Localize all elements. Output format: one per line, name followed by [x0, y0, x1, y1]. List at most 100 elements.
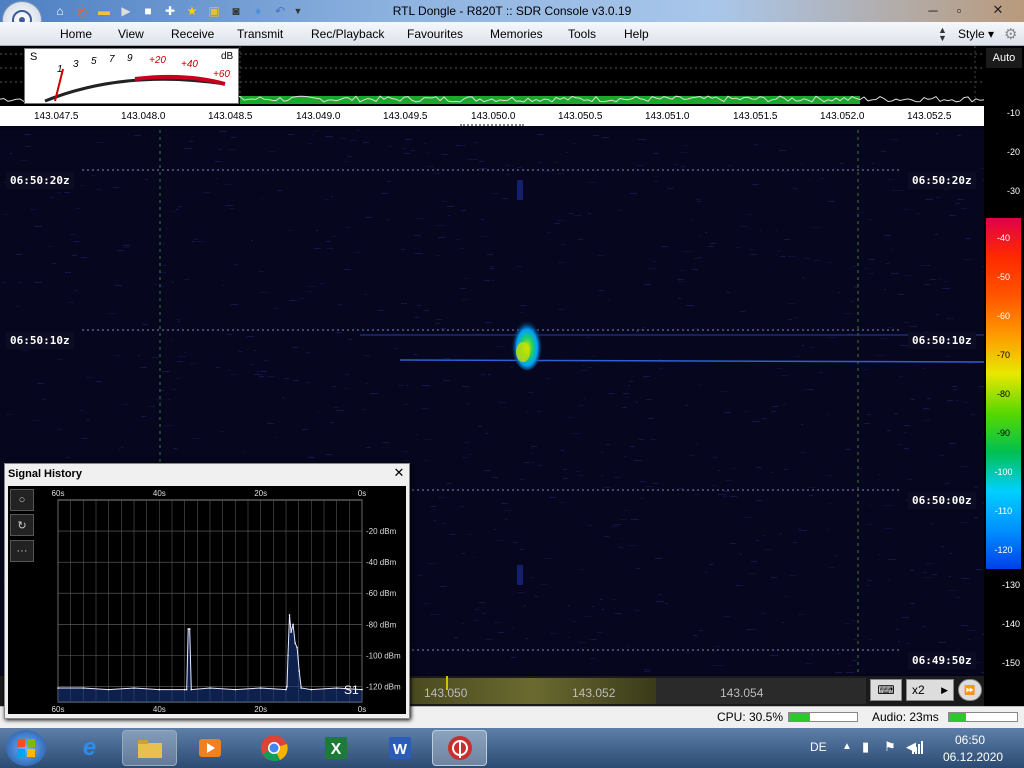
signal-history-close-button[interactable]: ✕ — [392, 465, 406, 480]
menu-home[interactable]: Home — [60, 27, 92, 41]
plus-icon[interactable]: ✚ — [162, 3, 178, 19]
zoom-select[interactable]: x2 ▶ — [906, 679, 954, 701]
waterfall-timestamp: 06:50:10z — [908, 332, 976, 349]
signal-point — [259, 687, 262, 689]
audio-meter — [948, 712, 1018, 722]
signal-point — [290, 631, 292, 633]
close-icon: ✕ — [393, 465, 405, 480]
refresh-icon[interactable]: ↻ — [10, 514, 34, 536]
s-meter: S dB 1 3 5 7 9 +20 +40 +60 — [24, 48, 239, 104]
menu-view[interactable]: View — [118, 27, 144, 41]
time-label-top: 40s — [153, 489, 166, 498]
color-scale-label: -110 — [994, 505, 1013, 516]
excel-icon[interactable]: X — [308, 730, 363, 766]
maximize-button[interactable]: ▫ — [944, 0, 974, 20]
show-hidden-icons[interactable]: ▲ — [842, 741, 852, 752]
internet-explorer-icon[interactable]: e — [62, 730, 117, 766]
time-label-bottom: 60s — [52, 705, 65, 714]
style-arrows-icon[interactable]: ▲ ▼ — [938, 26, 947, 43]
s-meter-scale-7: 7 — [109, 54, 115, 65]
signal-point — [310, 688, 313, 691]
language-indicator[interactable]: DE — [810, 740, 827, 754]
s-meter-scale-5: 5 — [91, 56, 97, 67]
file-explorer-icon[interactable] — [122, 730, 177, 766]
audio-meter-fill — [949, 713, 966, 721]
signal-point — [107, 688, 110, 691]
camera-icon[interactable]: ◙ — [228, 3, 244, 19]
more-icon[interactable]: ··· — [10, 540, 34, 562]
s-reading: S1 — [344, 683, 359, 697]
db-label: -150 — [1001, 658, 1020, 668]
signal-point — [288, 614, 291, 616]
flag-tray-icon[interactable]: ⚑ — [884, 739, 896, 755]
menu-help[interactable]: Help — [624, 27, 649, 41]
color-scale-label: -100 — [994, 466, 1013, 477]
freq-tick: 143.048.0 — [121, 111, 166, 122]
word-icon[interactable]: W — [372, 730, 427, 766]
clock-time[interactable]: 06:50 — [955, 733, 985, 747]
splitter-handle[interactable] — [460, 124, 524, 128]
color-scale-segment: -100 — [986, 452, 1021, 491]
close-button[interactable]: ✕ — [980, 0, 1016, 20]
waterfall-timestamp: 06:50:10z — [6, 332, 74, 349]
play-icon[interactable]: ▶ — [118, 3, 134, 19]
home-icon[interactable]: ⌂ — [52, 3, 68, 19]
signal-point — [335, 687, 338, 689]
device-tray-icon[interactable]: ▮ — [862, 739, 869, 755]
color-scale-segment: -40 — [986, 218, 1021, 257]
signal-point — [296, 646, 298, 649]
signal-point — [292, 623, 294, 626]
db-label: -130 — [1001, 580, 1020, 590]
color-scale-segment: -60 — [986, 296, 1021, 335]
signal-point — [190, 688, 193, 691]
lock-icon[interactable]: ▣ — [206, 3, 222, 19]
signal-point — [361, 688, 363, 691]
keyboard-button[interactable]: ⌨ — [870, 679, 902, 701]
undo-icon[interactable]: ↶ — [272, 3, 288, 19]
color-scale-label: -40 — [996, 232, 1010, 243]
step-button[interactable]: ⏩ — [958, 679, 982, 701]
clock-date[interactable]: 06.12.2020 — [943, 750, 1003, 764]
signal-point — [234, 688, 237, 691]
s-meter-scale-1: 1 — [57, 64, 63, 75]
sdr-console-icon[interactable] — [432, 730, 487, 766]
keyboard-icon: ⌨ — [877, 683, 895, 697]
menu-memories[interactable]: Memories — [490, 27, 543, 41]
svg-text:W: W — [392, 741, 407, 758]
color-scale-label: -60 — [996, 310, 1010, 321]
waterfall-timestamp: 06:50:20z — [6, 172, 74, 189]
folder-icon[interactable]: ▬ — [96, 3, 112, 19]
dropdown-icon[interactable]: ▼ — [290, 3, 306, 19]
signal-point — [133, 687, 135, 689]
chrome-icon[interactable] — [246, 730, 301, 766]
dbm-label: -40 dBm — [366, 558, 397, 567]
freq-tick: 143.050.5 — [558, 111, 603, 122]
menu-rec-playback[interactable]: Rec/Playback — [311, 27, 384, 41]
time-label-top: 0s — [358, 489, 366, 498]
network-tray-icon[interactable] — [912, 738, 926, 754]
lifebuoy-icon[interactable]: ◎ — [74, 3, 90, 19]
style-menu[interactable]: Style ▾ — [958, 27, 994, 41]
windows-start-icon[interactable] — [6, 730, 46, 766]
menu-favourites[interactable]: Favourites — [407, 27, 463, 41]
media-player-icon[interactable] — [182, 730, 237, 766]
signal-history-title: Signal History — [8, 468, 82, 480]
gear-icon[interactable]: ⚙ — [1004, 25, 1017, 43]
svg-text:X: X — [330, 741, 341, 758]
auto-button[interactable]: Auto — [986, 48, 1022, 68]
stop-icon[interactable]: ■ — [140, 3, 156, 19]
star-icon[interactable]: ★ — [184, 3, 200, 19]
bottom-freq-label: 143.054 — [720, 686, 764, 700]
menu-tools[interactable]: Tools — [568, 27, 596, 41]
circle-icon[interactable]: ○ — [10, 489, 34, 511]
freq-tick: 143.051.0 — [645, 111, 690, 122]
menu-receive[interactable]: Receive — [171, 27, 214, 41]
signal-point — [287, 654, 289, 657]
drop-icon[interactable]: ♦ — [250, 3, 266, 19]
signal-point — [209, 687, 211, 689]
time-label-top: 20s — [254, 489, 267, 498]
dbm-label: -60 dBm — [366, 589, 397, 598]
freq-tick: 143.051.5 — [733, 111, 778, 122]
menu-transmit[interactable]: Transmit — [237, 27, 283, 41]
freq-tick: 143.049.5 — [383, 111, 428, 122]
